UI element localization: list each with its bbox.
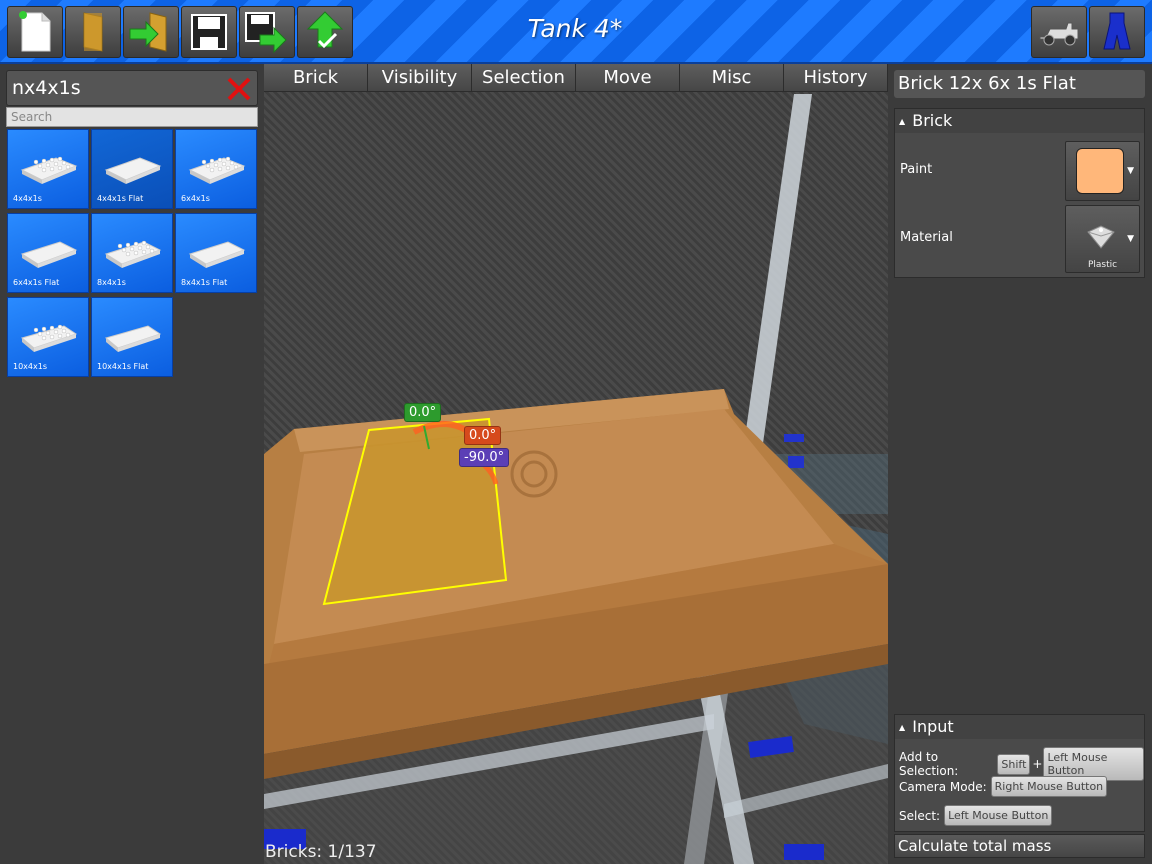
add-selection-label: Add to Selection:	[899, 750, 959, 778]
jeep-icon	[1039, 22, 1079, 46]
category-filter-text: nx4x1s	[12, 77, 81, 99]
brick-tile-label: 10x4x1s Flat	[97, 362, 149, 371]
collapse-triangle-icon: ▲	[899, 722, 906, 732]
brick-tile[interactable]: 8x4x1s	[91, 213, 173, 293]
save-as-button[interactable]	[239, 6, 295, 58]
menu-tab-selection[interactable]: Selection	[472, 64, 576, 92]
menu-tab-history[interactable]: History	[784, 64, 888, 92]
minifig-icon	[1103, 12, 1131, 50]
brick-section-header[interactable]: ▲ Brick	[895, 109, 1144, 133]
brick-tile[interactable]: 4x4x1s Flat	[91, 129, 173, 209]
brick-preview-icon	[20, 156, 78, 184]
brick-tile-label: 4x4x1s Flat	[97, 194, 144, 203]
input-section-header[interactable]: ▲ Input	[895, 715, 1144, 739]
select-row: Select: Left Mouse Button	[899, 805, 1053, 826]
upload-button[interactable]	[297, 6, 353, 58]
clear-filter-icon[interactable]	[226, 76, 252, 102]
project-title: Tank 4*	[527, 14, 623, 43]
brick-tile[interactable]: 6x4x1s Flat	[7, 213, 89, 293]
brick-section-title: Brick	[912, 111, 953, 130]
shift-key-button[interactable]: Shift	[997, 753, 1031, 775]
input-help-section: ▲ Input Add to Selection: Shift + Left M…	[894, 714, 1145, 832]
brick-preview-icon	[20, 241, 78, 268]
brick-tile-label: 8x4x1s	[97, 278, 126, 287]
brick-preview-icon	[104, 325, 162, 352]
top-toolbar: Tank 4*	[0, 0, 1152, 64]
paint-label: Paint	[900, 162, 933, 177]
viewport-menu-bar: Brick Visibility Selection Move Misc History	[264, 64, 888, 92]
vehicle-mode-button[interactable]	[1031, 6, 1087, 58]
folder-icon	[83, 12, 103, 52]
brick-tile[interactable]: 10x4x1s Flat	[91, 297, 173, 377]
rotation-z-label: -90.0°	[459, 448, 510, 467]
brick-tile-label: 4x4x1s	[13, 194, 42, 203]
brick-preview-icon	[20, 324, 78, 352]
paint-color-swatch	[1076, 148, 1124, 194]
open-folder-button[interactable]	[65, 6, 121, 58]
right-mouse-button-key[interactable]: Right Mouse Button	[990, 776, 1108, 797]
rotation-x-label: 0.0°	[404, 403, 442, 422]
character-mode-button[interactable]	[1089, 6, 1145, 58]
search-input[interactable]	[6, 107, 258, 127]
brick-properties-section: ▲ Brick Paint ▼ Material ▼ Plastic	[894, 108, 1145, 278]
rotation-y-label: 0.0°	[464, 426, 502, 445]
properties-panel: Brick 12x 6x 1s Flat ▲ Brick Paint ▼ Mat…	[888, 64, 1152, 864]
material-label: Material	[900, 230, 953, 245]
menu-tab-move[interactable]: Move	[576, 64, 680, 92]
category-filter[interactable]: nx4x1s	[6, 70, 258, 106]
scene-render	[264, 94, 888, 864]
brick-tile[interactable]: 6x4x1s	[175, 129, 257, 209]
brick-preview-icon	[104, 157, 162, 184]
menu-tab-misc[interactable]: Misc	[680, 64, 784, 92]
brick-count-status: Bricks: 1/137	[265, 842, 377, 862]
plastic-material-icon	[1087, 225, 1115, 249]
3d-viewport[interactable]: Brick Visibility Selection Move Misc History	[264, 64, 888, 864]
brick-tile[interactable]: 4x4x1s	[7, 129, 89, 209]
save-button[interactable]	[181, 6, 237, 58]
brick-tile-label: 6x4x1s Flat	[13, 278, 60, 287]
plus-sign: +	[1032, 757, 1043, 771]
paint-color-picker[interactable]: ▼	[1065, 141, 1140, 201]
import-button[interactable]	[123, 6, 179, 58]
selected-brick-name: Brick 12x 6x 1s Flat	[894, 70, 1145, 98]
dropdown-arrow-icon: ▼	[1127, 234, 1134, 244]
input-section-title: Input	[912, 717, 954, 736]
collapse-triangle-icon: ▲	[899, 116, 906, 126]
brick-preview-icon	[188, 156, 246, 184]
brick-tile-label: 10x4x1s	[13, 362, 47, 371]
camera-mode-label: Camera Mode:	[899, 779, 987, 794]
brick-tile-label: 6x4x1s	[181, 194, 210, 203]
brick-preview-icon	[188, 241, 246, 268]
brick-browser-panel: nx4x1s 4x4x1s 4x4x1s Flat 6x4x1s 6x4x1s Fla…	[0, 64, 264, 864]
dropdown-arrow-icon: ▼	[1127, 166, 1134, 176]
upload-icon	[306, 11, 344, 49]
select-left-mouse-key[interactable]: Left Mouse Button	[944, 805, 1053, 826]
menu-tab-visibility[interactable]: Visibility	[368, 64, 472, 92]
import-icon	[129, 12, 167, 52]
save-icon	[191, 14, 227, 50]
brick-tile[interactable]: 8x4x1s Flat	[175, 213, 257, 293]
brick-preview-icon	[104, 240, 162, 268]
camera-mode-row: Camera Mode: Right Mouse Button	[899, 776, 1108, 797]
material-picker[interactable]: ▼ Plastic	[1065, 205, 1140, 273]
calculate-mass-button[interactable]: Calculate total mass	[894, 834, 1145, 858]
new-file-icon	[19, 11, 51, 52]
menu-tab-brick[interactable]: Brick	[264, 64, 368, 92]
brick-tile[interactable]: 10x4x1s	[7, 297, 89, 377]
brick-tile-label: 8x4x1s Flat	[181, 278, 228, 287]
new-file-button[interactable]	[7, 6, 63, 58]
save-as-icon	[245, 12, 287, 54]
material-value: Plastic	[1087, 260, 1118, 270]
select-label: Select:	[899, 808, 941, 823]
